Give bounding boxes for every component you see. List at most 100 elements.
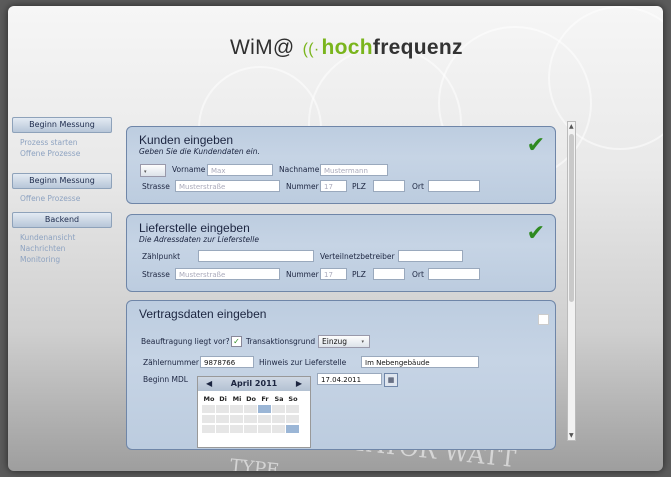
hinweis-input[interactable]: Im Nebengebäude	[361, 356, 479, 368]
logo-hoch: hoch	[321, 36, 373, 59]
sidebar-button-beginn-messung[interactable]: Beginn Messung	[12, 117, 112, 133]
liefer-plz-label: PLZ	[352, 270, 366, 279]
verteilnetzbetreiber-label: Verteilnetzbetreiber	[320, 252, 395, 261]
beauftragung-label: Beauftragung liegt vor?	[141, 337, 230, 346]
kunden-title: Kunden eingeben	[139, 133, 234, 147]
sidebar-link-kundenansicht[interactable]: Kundenansicht	[12, 232, 112, 243]
calendar-day[interactable]	[286, 405, 299, 413]
nachname-input[interactable]: Mustermann	[320, 164, 388, 176]
meter-type-label: TYPE	[229, 455, 281, 471]
lieferstelle-subtitle: Die Adressdaten zur Lieferstelle	[139, 235, 259, 244]
nachname-label: Nachname	[279, 165, 320, 174]
calendar-day[interactable]	[258, 425, 271, 433]
transaktionsgrund-value: Einzug	[322, 337, 348, 346]
calendar-header: ◀ April 2011 ▶	[198, 377, 310, 391]
calendar-day[interactable]	[258, 415, 271, 423]
zaehlernummer-input[interactable]: 9878766	[200, 356, 254, 368]
prev-month-icon[interactable]: ◀	[206, 377, 212, 391]
lieferstelle-title: Lieferstelle eingeben	[139, 221, 250, 235]
strasse-label: Strasse	[142, 182, 170, 191]
sidebar-link-offene-prozesse[interactable]: Offene Prozesse	[12, 148, 112, 159]
liefer-ort-input[interactable]	[428, 268, 480, 280]
strasse-input[interactable]: Musterstraße	[175, 180, 280, 192]
scroll-up-icon[interactable]: ▲	[569, 123, 574, 130]
calendar-week-row	[198, 415, 310, 423]
calendar-day[interactable]	[216, 425, 229, 433]
calendar-week-row	[198, 425, 310, 433]
scroll-down-icon[interactable]: ▼	[569, 432, 574, 439]
hinweis-label: Hinweis zur Lieferstelle	[259, 358, 347, 367]
ort-input[interactable]	[428, 180, 480, 192]
panel-toggle-checkbox[interactable]	[538, 314, 549, 325]
calendar-day[interactable]	[286, 425, 299, 433]
chevron-down-icon: ▾	[144, 169, 147, 175]
vertical-scrollbar[interactable]: ▲ ▼	[567, 121, 576, 441]
weekday-do: Do	[246, 395, 256, 403]
calendar-day[interactable]	[272, 405, 285, 413]
date-picker-calendar: ◀ April 2011 ▶ Mo Di Mi Do Fr Sa So	[197, 376, 311, 448]
app-logo: WiM@ ((·hochfrequenz	[230, 36, 463, 60]
zaehlpunkt-input[interactable]	[198, 250, 314, 262]
calendar-day[interactable]	[202, 405, 215, 413]
signal-icon: ((·	[302, 41, 320, 58]
vertragsdaten-title: Vertragsdaten eingeben	[139, 307, 267, 321]
calendar-day[interactable]	[216, 415, 229, 423]
calendar-week-row	[198, 405, 310, 413]
liefer-plz-input[interactable]	[373, 268, 405, 280]
liefer-ort-label: Ort	[412, 270, 424, 279]
calendar-day[interactable]	[258, 405, 271, 413]
scrollbar-thumb[interactable]	[569, 134, 574, 302]
weekday-sa: Sa	[274, 395, 284, 403]
liefer-nummer-label: Nummer	[286, 270, 319, 279]
calendar-day[interactable]	[202, 425, 215, 433]
sidebar-group-2: Beginn Messung Offene Prozesse	[12, 173, 112, 204]
transaktionsgrund-select[interactable]: Einzug ▾	[318, 335, 370, 348]
checkmark-icon: ✔	[526, 221, 545, 246]
calendar-day[interactable]	[230, 405, 243, 413]
vorname-input[interactable]: Max	[207, 164, 273, 176]
nummer-input[interactable]: 17	[320, 180, 347, 192]
nummer-label: Nummer	[286, 182, 319, 191]
calendar-day[interactable]	[286, 415, 299, 423]
kunden-subtitle: Geben Sie die Kundendaten ein.	[139, 147, 260, 156]
sidebar-link-prozess-starten[interactable]: Prozess starten	[12, 137, 112, 148]
liefer-nummer-input[interactable]: 17	[320, 268, 347, 280]
sidebar-group-3: Backend Kundenansicht Nachrichten Monito…	[12, 212, 112, 265]
zaehlpunkt-label: Zählpunkt	[142, 252, 181, 261]
weekday-mo: Mo	[203, 395, 215, 403]
calendar-day[interactable]	[244, 415, 257, 423]
transaktionsgrund-label: Transaktionsgrund	[246, 337, 316, 346]
calendar-icon[interactable]: ▦	[384, 373, 398, 387]
plz-input[interactable]	[373, 180, 405, 192]
calendar-day[interactable]	[230, 425, 243, 433]
salutation-select[interactable]: ▾	[140, 164, 166, 177]
calendar-weekdays: Mo Di Mi Do Fr Sa So	[198, 395, 310, 403]
sidebar-button-beginn-messung-2[interactable]: Beginn Messung	[12, 173, 112, 189]
next-month-icon[interactable]: ▶	[296, 377, 302, 391]
sidebar-link-nachrichten[interactable]: Nachrichten	[12, 243, 112, 254]
weekday-so: So	[288, 395, 298, 403]
calendar-day[interactable]	[272, 425, 285, 433]
liefer-strasse-input[interactable]: Musterstraße	[175, 268, 280, 280]
calendar-day[interactable]	[216, 405, 229, 413]
weekday-di: Di	[219, 395, 227, 403]
sidebar-button-backend[interactable]: Backend	[12, 212, 112, 228]
plz-label: PLZ	[352, 182, 366, 191]
vorname-label: Vorname	[172, 165, 206, 174]
ort-label: Ort	[412, 182, 424, 191]
logo-freq: frequenz	[372, 36, 463, 59]
sidebar-link-monitoring[interactable]: Monitoring	[12, 254, 112, 265]
chevron-down-icon: ▾	[361, 339, 364, 345]
liefer-strasse-label: Strasse	[142, 270, 170, 279]
sidebar-link-offene-prozesse-2[interactable]: Offene Prozesse	[12, 193, 112, 204]
beginn-date-input[interactable]: 17.04.2011	[317, 373, 382, 385]
sidebar-group-1: Beginn Messung Prozess starten Offene Pr…	[12, 117, 112, 159]
calendar-day[interactable]	[272, 415, 285, 423]
sidebar: Beginn Messung Prozess starten Offene Pr…	[12, 117, 112, 273]
beauftragung-checkbox[interactable]: ✓	[231, 336, 242, 347]
calendar-day[interactable]	[230, 415, 243, 423]
calendar-day[interactable]	[244, 405, 257, 413]
verteilnetzbetreiber-input[interactable]	[398, 250, 463, 262]
calendar-day[interactable]	[244, 425, 257, 433]
calendar-day[interactable]	[202, 415, 215, 423]
